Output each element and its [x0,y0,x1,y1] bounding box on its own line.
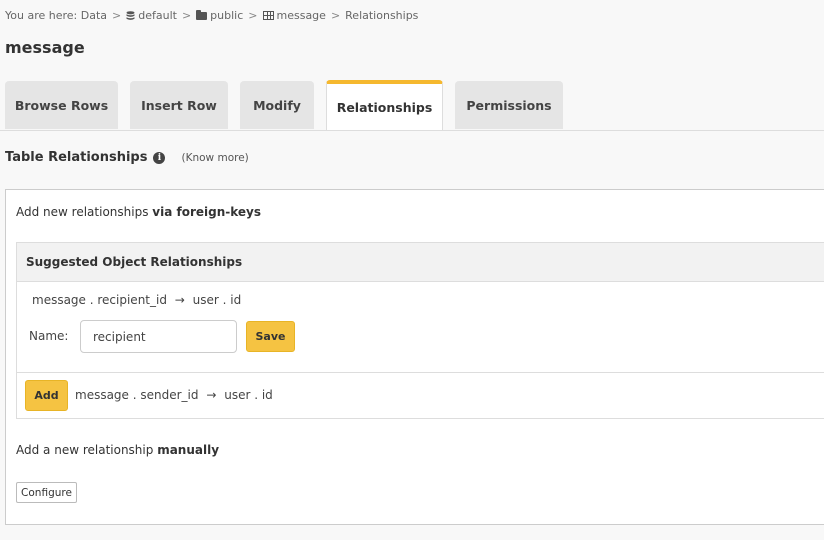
know-more-link[interactable]: (Know more) [181,152,248,164]
fk-intro: Add new relationships via foreign-keys [16,205,261,219]
save-button[interactable]: Save [246,321,295,352]
add-button[interactable]: Add [25,380,68,411]
breadcrumb-prefix: You are here: [5,9,78,22]
relationship-target: user . id [224,388,273,402]
tab-insert-row[interactable]: Insert Row [130,81,228,129]
relationship-source: message . recipient_id [32,293,167,307]
breadcrumb-separator: > [181,9,192,22]
divider [17,372,824,373]
database-icon [126,10,135,20]
name-label: Name: [29,329,69,343]
breadcrumb-public[interactable]: public [210,9,243,22]
breadcrumb-message[interactable]: message [277,9,326,22]
manual-intro-text: Add a new relationship [16,443,158,457]
tab-relationships[interactable]: Relationships [326,80,443,130]
fk-intro-bold: via foreign-keys [152,205,261,219]
folder-icon [196,9,208,20]
arrow-icon: → [206,388,217,402]
manual-intro: Add a new relationship manually [16,443,219,457]
configure-button[interactable]: Configure [16,482,77,503]
relationship-mapping-sender: message . sender_id → user . id [75,388,273,402]
breadcrumb-separator: > [112,9,122,22]
relationship-source: message . sender_id [75,388,199,402]
info-icon[interactable]: i [153,151,166,164]
breadcrumb-default[interactable]: default [138,9,177,22]
page-title: message [5,38,85,57]
manual-intro-bold: manually [157,443,220,457]
relationship-target: user . id [192,293,242,307]
breadcrumb-data[interactable]: Data [81,9,107,22]
breadcrumb: You are here: Data > default > public > … [5,9,418,22]
tab-modify[interactable]: Modify [240,81,314,129]
relationships-panel: Add new relationships via foreign-keys S… [5,189,824,525]
table-icon [262,11,274,20]
breadcrumb-separator: > [330,9,341,22]
tab-browse-rows[interactable]: Browse Rows [5,81,118,129]
suggested-header: Suggested Object Relationships [17,243,824,282]
relationship-name-input[interactable] [80,320,237,353]
breadcrumb-separator: > [248,9,258,22]
relationship-mapping-recipient: message . recipient_id → user . id [32,293,241,307]
tab-permissions[interactable]: Permissions [455,81,563,129]
section-title-text: Table Relationships [5,150,148,165]
suggested-relationships-box: Suggested Object Relationships message .… [16,242,824,419]
section-title: Table Relationships i (Know more) [5,150,249,165]
tab-bar: Browse Rows Insert Row Modify Relationsh… [0,80,824,131]
arrow-icon: → [174,293,185,307]
fk-intro-text: Add new relationships [16,205,153,219]
breadcrumb-relationships: Relationships [345,9,419,22]
